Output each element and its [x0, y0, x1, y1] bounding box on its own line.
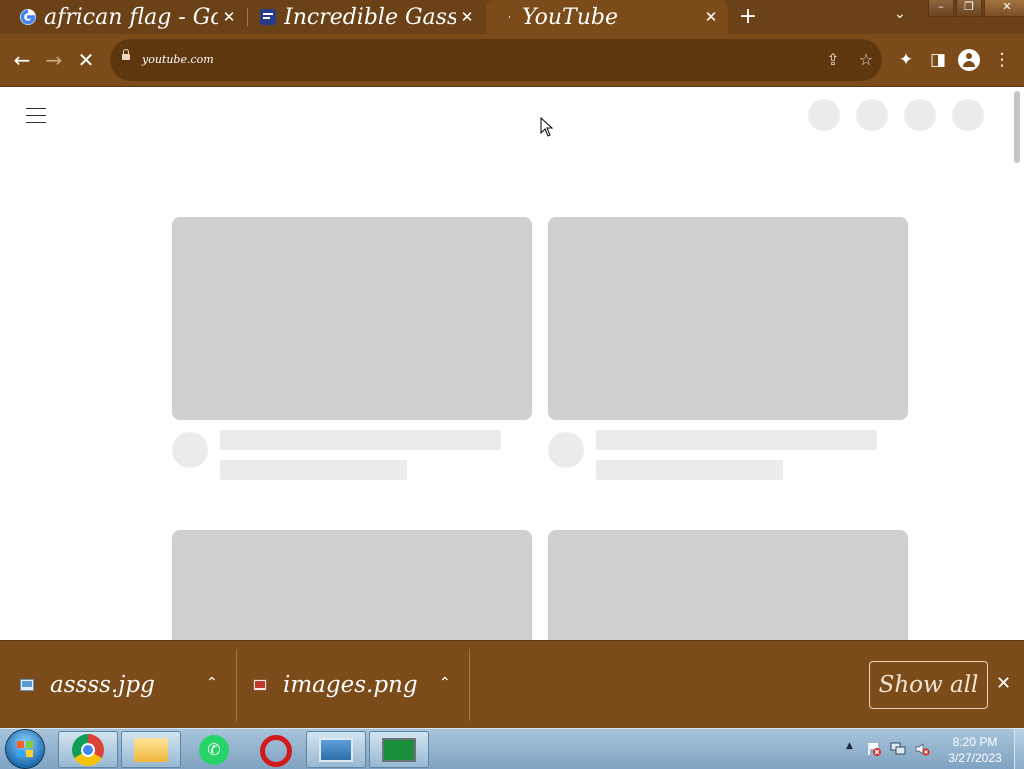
opera-icon	[260, 735, 292, 767]
tab-incredible-gassy[interactable]: Incredible Gassy ✕	[240, 0, 484, 34]
header-placeholder-circle	[856, 99, 888, 131]
video-thumbnail-placeholder	[548, 530, 908, 640]
tab-title: YouTube	[522, 4, 618, 30]
start-button[interactable]	[6, 730, 44, 768]
chrome-icon	[72, 734, 104, 766]
show-hidden-icons-button[interactable]: ▲	[846, 741, 853, 751]
file-explorer-icon	[134, 738, 168, 762]
window-controls: – ❐ ✕	[928, 0, 1024, 17]
download-options-chevron[interactable]: ⌃	[206, 675, 218, 691]
download-item[interactable]: images.png	[253, 641, 418, 729]
close-window-button[interactable]: ✕	[984, 0, 1024, 17]
browser-menu-button[interactable]: ⋮	[990, 48, 1014, 72]
show-desktop-button[interactable]	[1014, 729, 1024, 769]
clock-date: 3/27/2023	[948, 751, 1002, 765]
video-thumbnail-placeholder	[172, 530, 532, 640]
taskbar-opera[interactable]	[246, 731, 306, 768]
side-panel-icon[interactable]: ◨	[926, 48, 950, 72]
close-download-bar-button[interactable]: ✕	[996, 673, 1011, 694]
volume-muted-icon[interactable]	[914, 741, 930, 757]
video-thumbnail-placeholder	[548, 217, 908, 420]
png-file-icon	[253, 679, 267, 691]
bookmark-star-icon[interactable]: ☆	[855, 49, 877, 71]
share-icon[interactable]: ⇪	[822, 49, 844, 71]
tab-african-flag[interactable]: african flag - Go ✕	[0, 0, 246, 34]
download-options-chevron[interactable]: ⌃	[439, 675, 451, 691]
title-placeholder	[220, 430, 501, 450]
channel-avatar-placeholder	[172, 432, 208, 468]
tab-title: african flag - Go	[44, 4, 218, 30]
lock-icon[interactable]	[122, 49, 130, 60]
photo-viewer-icon	[319, 738, 353, 762]
windows-logo-icon	[17, 741, 33, 757]
system-clock[interactable]: 8:20 PM 3/27/2023	[940, 734, 1010, 766]
network-icon[interactable]	[890, 741, 906, 757]
minimize-button[interactable]: –	[928, 0, 954, 17]
tab-close-button[interactable]: ✕	[700, 8, 722, 26]
channel-avatar-placeholder	[548, 432, 584, 468]
url-text[interactable]: youtube.com	[142, 53, 214, 66]
meta-placeholder	[596, 460, 783, 480]
header-placeholder-circle	[808, 99, 840, 131]
taskbar-file-explorer[interactable]	[121, 731, 181, 768]
download-filename: images.png	[283, 672, 418, 698]
download-divider	[236, 649, 237, 721]
mouse-cursor-icon	[540, 117, 554, 137]
title-placeholder	[596, 430, 877, 450]
show-all-downloads-button[interactable]: Show all	[869, 661, 988, 709]
browser-toolbar: ← → ✕ youtube.com ⇪ ☆ ✦ ◨ ⋮	[0, 34, 1024, 87]
taskbar-system-monitor[interactable]	[369, 731, 429, 768]
taskbar-photo-viewer[interactable]	[306, 731, 366, 768]
header-placeholder-circle	[904, 99, 936, 131]
image-file-icon	[20, 679, 34, 691]
page-scrollbar[interactable]	[1014, 91, 1020, 163]
download-filename: assss.jpg	[50, 672, 155, 698]
video-thumbnail-placeholder	[172, 217, 532, 420]
extensions-icon[interactable]: ✦	[894, 48, 918, 72]
profile-avatar[interactable]	[958, 49, 980, 71]
system-monitor-icon	[382, 738, 416, 762]
page-content	[0, 87, 1024, 640]
restore-button[interactable]: ❐	[956, 0, 982, 17]
youtube-icon	[509, 16, 510, 18]
whatsapp-icon: ✆	[199, 735, 229, 765]
google-icon	[20, 9, 36, 25]
download-divider	[469, 649, 470, 721]
meta-placeholder	[220, 460, 407, 480]
header-placeholder-circle	[952, 99, 984, 131]
stop-loading-button[interactable]: ✕	[74, 48, 98, 72]
back-button[interactable]: ←	[10, 48, 34, 72]
menu-icon[interactable]	[26, 108, 46, 129]
taskbar-chrome[interactable]	[58, 731, 118, 768]
tab-strip: african flag - Go ✕ Incredible Gassy ✕ Y…	[0, 0, 1024, 34]
tab-search-button[interactable]: ⌄	[894, 6, 906, 22]
windows-taskbar: ✆ ▲ 8:20 PM 3/27/2023	[0, 728, 1024, 769]
new-tab-button[interactable]: +	[736, 4, 760, 30]
download-item[interactable]: assss.jpg	[20, 641, 155, 729]
taskbar-whatsapp[interactable]: ✆	[184, 731, 244, 768]
clock-time: 8:20 PM	[952, 735, 998, 749]
download-bar: assss.jpg ⌃ images.png ⌃ Show all ✕	[0, 640, 1024, 729]
tab-youtube[interactable]: YouTube ✕	[486, 0, 728, 34]
tab-close-button[interactable]: ✕	[218, 8, 240, 26]
forward-button[interactable]: →	[42, 48, 66, 72]
site-icon	[260, 9, 276, 25]
address-bar[interactable]: youtube.com ⇪ ☆	[110, 39, 882, 81]
tab-title: Incredible Gassy	[284, 4, 456, 30]
action-center-flag-icon[interactable]	[866, 741, 882, 757]
tab-close-button[interactable]: ✕	[456, 8, 478, 26]
